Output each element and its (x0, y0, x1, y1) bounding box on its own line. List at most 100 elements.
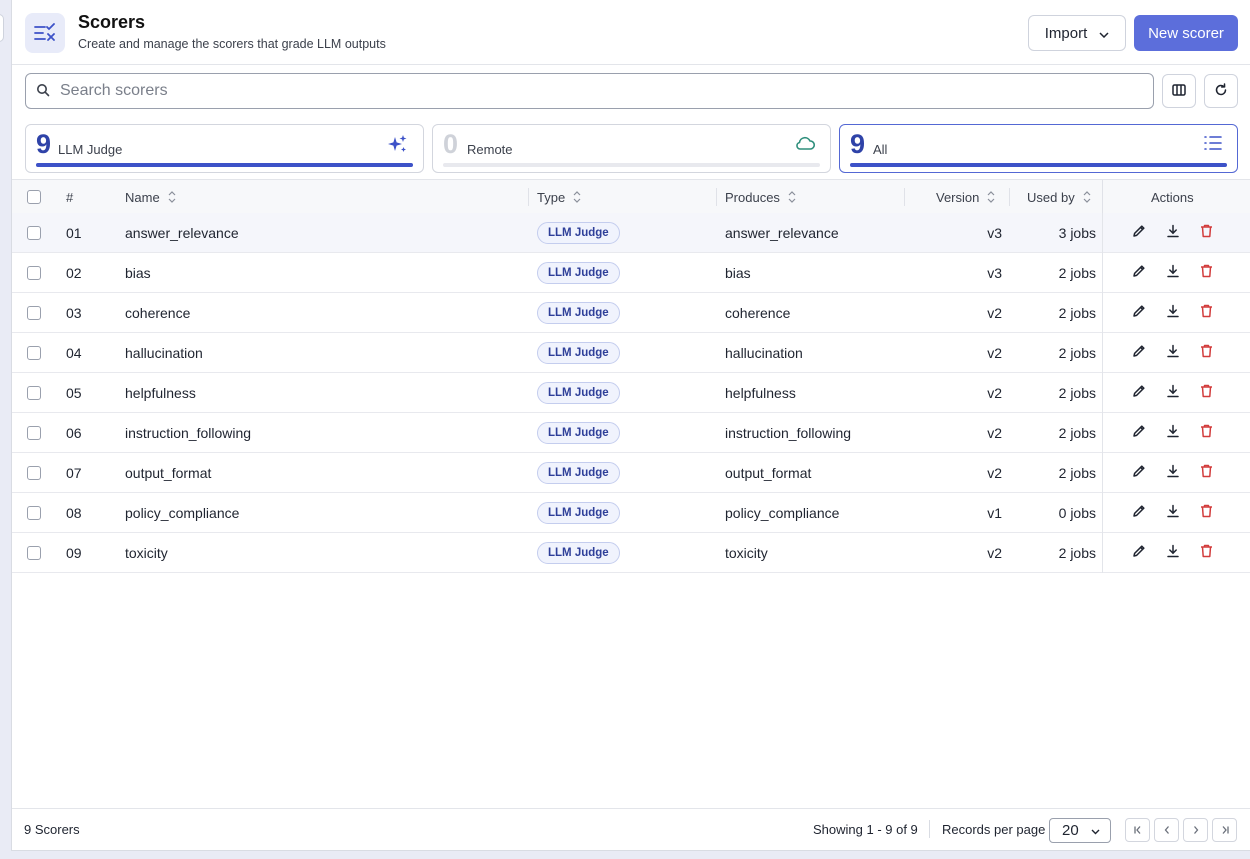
download-icon (1166, 464, 1180, 481)
card-count: 9 (850, 129, 866, 159)
trash-icon (1200, 344, 1213, 361)
delete-button[interactable] (1200, 293, 1213, 332)
version-value: v2 (987, 344, 1002, 361)
row-checkbox[interactable] (27, 265, 41, 280)
column-divider[interactable] (528, 188, 529, 206)
select-all-checkbox[interactable] (27, 190, 41, 204)
column-divider[interactable] (904, 188, 905, 206)
type-cell: LLM Judge (537, 493, 620, 532)
first-page-button[interactable] (1125, 818, 1150, 842)
row-checkbox[interactable] (27, 305, 41, 320)
download-button[interactable] (1166, 333, 1180, 372)
type-badge: LLM Judge (537, 461, 620, 484)
row-checkbox[interactable] (27, 385, 41, 400)
pencil-icon (1132, 344, 1146, 361)
column-version[interactable]: Version (936, 180, 995, 214)
table-row[interactable]: 05 helpfulness LLM Judge helpfulness v2 2 job… (12, 373, 1250, 413)
table-row[interactable]: 06 instruction_following LLM Judge instruct… (12, 413, 1250, 453)
delete-button[interactable] (1200, 373, 1213, 412)
delete-button[interactable] (1200, 533, 1213, 572)
import-label: Import (1044, 24, 1088, 42)
delete-button[interactable] (1200, 213, 1213, 252)
download-icon (1166, 304, 1180, 321)
download-button[interactable] (1166, 373, 1180, 412)
page-title: Scorers (78, 12, 146, 32)
edit-button[interactable] (1132, 253, 1146, 292)
download-button[interactable] (1166, 413, 1180, 452)
table-footer: 9 Scorers Showing 1 - 9 of 9 Records per… (12, 808, 1250, 850)
column-type[interactable]: Type (537, 180, 581, 214)
actions-divider (1102, 453, 1103, 493)
table-row[interactable]: 08 policy_compliance LLM Judge policy_compl… (12, 493, 1250, 533)
used-by-value: 2 jobs (1058, 544, 1096, 561)
scorer-name: helpfulness (125, 384, 196, 401)
download-button[interactable] (1166, 253, 1180, 292)
download-button[interactable] (1166, 453, 1180, 492)
table-row[interactable]: 04 hallucination LLM Judge hallucination v2 2… (12, 333, 1250, 373)
edit-button[interactable] (1132, 333, 1146, 372)
card-progress-bar (850, 163, 1227, 167)
download-button[interactable] (1166, 293, 1180, 332)
sort-icon (1083, 191, 1091, 203)
column-divider[interactable] (1009, 188, 1010, 206)
type-cell: LLM Judge (537, 213, 620, 252)
edit-button[interactable] (1132, 453, 1146, 492)
edit-button[interactable] (1132, 213, 1146, 252)
last-page-button[interactable] (1212, 818, 1237, 842)
import-button[interactable]: Import (1028, 15, 1126, 51)
card-count: 0 (443, 129, 459, 159)
row-select-cell (27, 453, 41, 492)
trash-icon (1200, 464, 1213, 481)
produces-value: toxicity (725, 544, 768, 561)
download-button[interactable] (1166, 533, 1180, 572)
edit-button[interactable] (1132, 373, 1146, 412)
type-cell: LLM Judge (537, 453, 620, 492)
column-used-by[interactable]: Used by (1027, 180, 1091, 214)
delete-button[interactable] (1200, 333, 1213, 372)
sort-icon (573, 191, 581, 203)
filter-card-llm-judge[interactable]: 9 LLM Judge (25, 124, 424, 173)
edit-button[interactable] (1132, 533, 1146, 572)
row-checkbox[interactable] (27, 345, 41, 360)
row-checkbox[interactable] (27, 505, 41, 520)
download-button[interactable] (1166, 493, 1180, 532)
row-checkbox[interactable] (27, 225, 41, 240)
download-button[interactable] (1166, 213, 1180, 252)
prev-page-button[interactable] (1154, 818, 1179, 842)
scorer-name: policy_compliance (125, 504, 240, 521)
row-checkbox[interactable] (27, 545, 41, 560)
sort-icon (987, 191, 995, 203)
edit-button[interactable] (1132, 493, 1146, 532)
table-row[interactable]: 07 output_format LLM Judge output_format v2 2… (12, 453, 1250, 493)
columns-icon (1172, 83, 1186, 99)
collapsed-sidebar-edge[interactable] (0, 14, 4, 42)
column-name[interactable]: Name (125, 180, 176, 214)
filter-card-all[interactable]: 9 All (839, 124, 1238, 173)
table-row[interactable]: 02 bias LLM Judge bias v3 2 jobs (12, 253, 1250, 293)
column-actions: Actions (1151, 189, 1194, 205)
columns-button[interactable] (1162, 74, 1196, 108)
search-input[interactable] (60, 82, 1060, 100)
next-page-button[interactable] (1183, 818, 1208, 842)
version-value: v2 (987, 304, 1002, 321)
refresh-icon (1214, 82, 1228, 100)
row-checkbox[interactable] (27, 465, 41, 480)
table-row[interactable]: 01 answer_relevance LLM Judge answer_releva… (12, 213, 1250, 253)
column-produces[interactable]: Produces (725, 180, 796, 214)
column-divider[interactable] (716, 188, 717, 206)
scorer-name: output_format (125, 464, 212, 481)
delete-button[interactable] (1200, 413, 1213, 452)
page-size-select[interactable]: 20 (1049, 818, 1111, 843)
delete-button[interactable] (1200, 253, 1213, 292)
filter-card-remote[interactable]: 0 Remote (432, 124, 831, 173)
new-scorer-button[interactable]: New scorer (1134, 15, 1238, 51)
row-checkbox[interactable] (27, 425, 41, 440)
scorer-list-icon (25, 13, 65, 53)
edit-button[interactable] (1132, 413, 1146, 452)
edit-button[interactable] (1132, 293, 1146, 332)
table-row[interactable]: 09 toxicity LLM Judge toxicity v2 2 jobs (12, 533, 1250, 573)
table-row[interactable]: 03 coherence LLM Judge coherence v2 2 jobs (12, 293, 1250, 333)
delete-button[interactable] (1200, 453, 1213, 492)
refresh-button[interactable] (1204, 74, 1238, 108)
delete-button[interactable] (1200, 493, 1213, 532)
